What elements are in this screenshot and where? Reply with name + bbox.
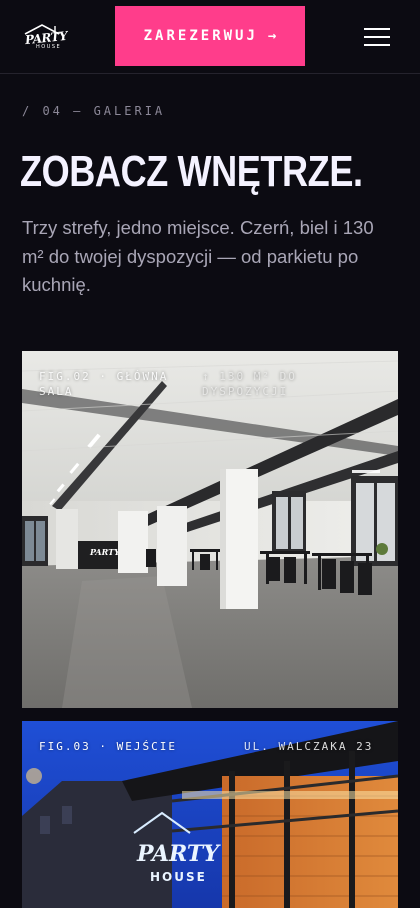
wall-logo: PARTY xyxy=(89,547,121,557)
hamburger-line xyxy=(364,28,390,30)
section-lead: Trzy strefy, jedno miejsce. Czerń, biel … xyxy=(22,217,374,295)
figure-caption-meta: ↑ 130 M² DO DYSPOZYCJI xyxy=(202,370,297,398)
hamburger-line xyxy=(364,44,390,46)
gallery-photo-main-hall[interactable]: PARTY FIG.02 · GŁÓWNA SALA ↑ 130 M² DO D… xyxy=(22,351,398,708)
hamburger-line xyxy=(364,36,390,38)
arrow-right-icon: → xyxy=(267,28,277,44)
reserve-button-label: ZAREZERWUJ xyxy=(143,28,258,44)
section-eyebrow: / 04 — GALERIA xyxy=(22,104,166,118)
neon-sign-subtext: HOUSE xyxy=(150,870,207,884)
gallery-photo-entrance[interactable]: PARTY HOUSE FIG.03 · WEJŚCIE UL. WALCZAK… xyxy=(22,721,398,908)
figure-caption: FIG.02 · GŁÓWNA SALA xyxy=(39,370,169,398)
reserve-button[interactable]: ZAREZERWUJ → xyxy=(115,6,305,66)
figure-caption: FIG.03 · WEJŚCIE xyxy=(39,740,177,753)
neon-sign-text: PARTY xyxy=(136,841,221,867)
site-header: PARTY HOUSE ZAREZERWUJ → xyxy=(0,0,420,74)
main-hall-photo: PARTY xyxy=(22,351,398,708)
logo-subtext: HOUSE xyxy=(36,44,62,50)
gallery-page: PARTY HOUSE ZAREZERWUJ → / 04 — GALERIA … xyxy=(0,0,420,908)
figure-caption-meta: UL. WALCZAKA 23 xyxy=(244,740,374,753)
hamburger-menu-icon[interactable] xyxy=(364,28,390,46)
brand-logo[interactable]: PARTY HOUSE xyxy=(22,22,68,54)
section-title: ZOBACZ WNĘTRZE. xyxy=(20,147,363,196)
